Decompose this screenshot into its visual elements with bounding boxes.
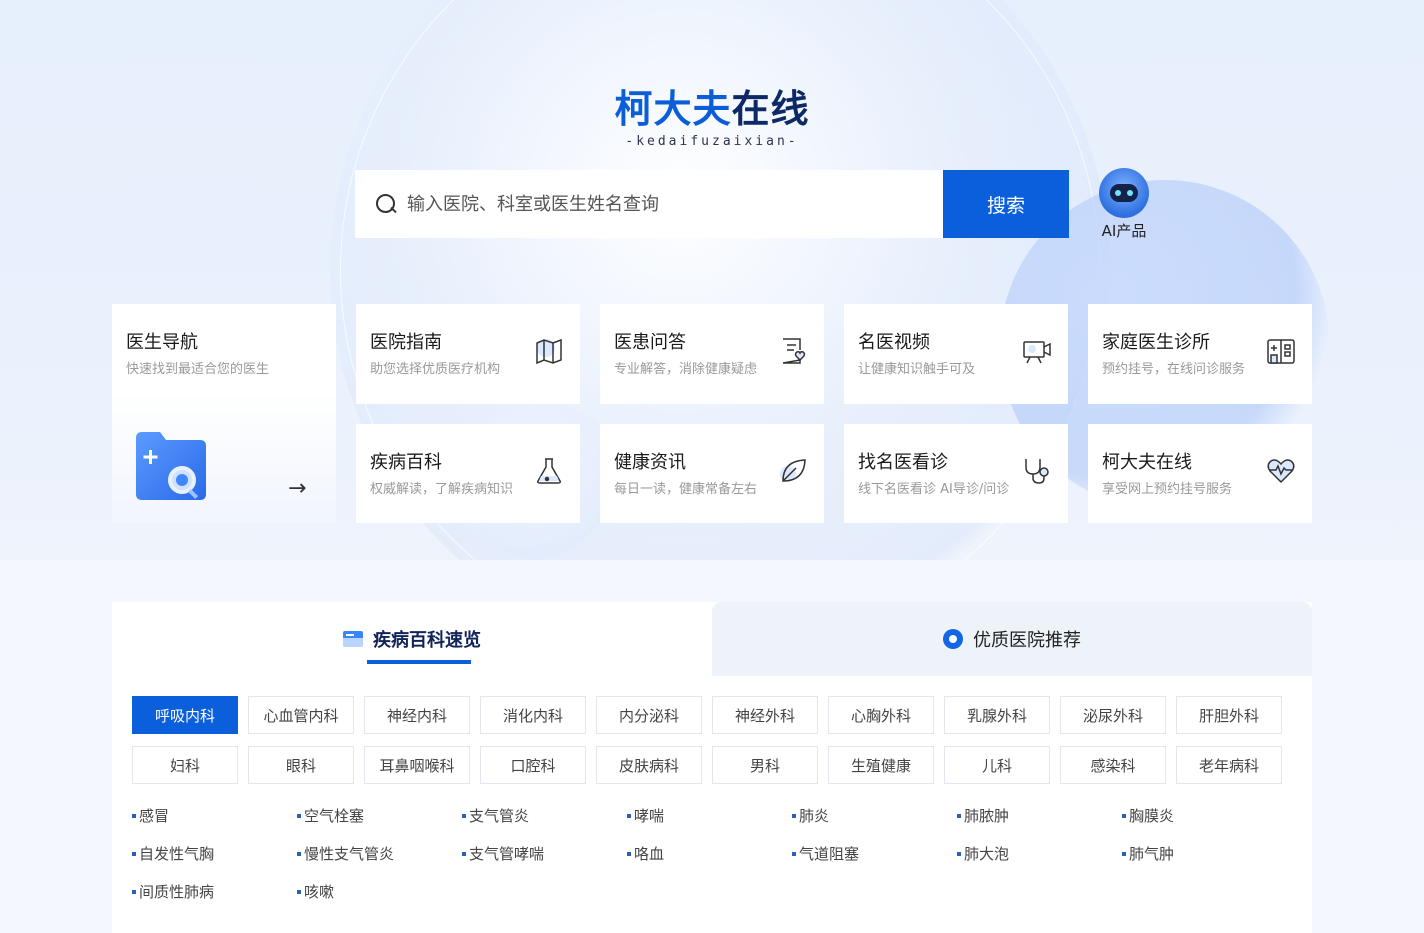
logo-subtitle: -kedaifuzaixian- bbox=[625, 134, 799, 149]
map-icon bbox=[536, 338, 562, 365]
department-tag[interactable]: 内分泌科 bbox=[596, 696, 702, 734]
robot-avatar-icon bbox=[1099, 168, 1149, 218]
nav-card-qa[interactable]: 医患问答 专业解答，消除健康疑虑 bbox=[600, 304, 824, 404]
department-tag[interactable]: 生殖健康 bbox=[828, 746, 934, 784]
stethoscope-icon bbox=[1025, 459, 1049, 484]
disease-link[interactable]: 肺大泡 bbox=[957, 843, 1009, 864]
department-tag[interactable]: 皮肤病科 bbox=[596, 746, 702, 784]
disease-link[interactable]: 气道阻塞 bbox=[792, 843, 859, 864]
disease-link[interactable]: 肺炎 bbox=[792, 805, 829, 826]
disease-link[interactable]: 间质性肺病 bbox=[132, 881, 214, 902]
logo-title: 柯大夫在线 bbox=[0, 86, 1424, 132]
department-tag[interactable]: 耳鼻咽喉科 bbox=[364, 746, 470, 784]
ai-product-label: AI产品 bbox=[1101, 222, 1147, 240]
nav-card-health-news[interactable]: 健康资讯 每日一读，健康常备左右 bbox=[600, 424, 824, 523]
disease-link[interactable]: 慢性支气管炎 bbox=[297, 843, 394, 864]
department-tag[interactable]: 妇科 bbox=[132, 746, 238, 784]
folder-search-icon bbox=[136, 432, 206, 500]
disease-link[interactable]: 支气管哮喘 bbox=[462, 843, 544, 864]
department-tag[interactable]: 呼吸内科 bbox=[132, 696, 238, 734]
logo-title-part2: 在线 bbox=[731, 87, 810, 131]
disease-link[interactable]: 空气栓塞 bbox=[297, 805, 364, 826]
leaf-icon bbox=[780, 459, 806, 482]
search-box bbox=[355, 170, 943, 238]
card-icon bbox=[343, 631, 363, 647]
video-camera-icon bbox=[1023, 341, 1051, 364]
department-tag[interactable]: 消化内科 bbox=[480, 696, 586, 734]
clinic-building-icon bbox=[1267, 339, 1295, 364]
disease-link[interactable]: 支气管炎 bbox=[462, 805, 529, 826]
department-tag[interactable]: 泌尿外科 bbox=[1060, 696, 1166, 734]
department-tag[interactable]: 神经内科 bbox=[364, 696, 470, 734]
tab-disease-wiki[interactable]: 疾病百科速览 bbox=[112, 602, 712, 676]
tab-label: 疾病百科速览 bbox=[373, 630, 481, 651]
search-button[interactable]: 搜索 bbox=[943, 170, 1069, 238]
department-tag[interactable]: 神经外科 bbox=[712, 696, 818, 734]
disease-link[interactable]: 咳嗽 bbox=[297, 881, 334, 902]
arrow-right-icon: → bbox=[288, 476, 307, 501]
nav-card-kedaifu-online[interactable]: 柯大夫在线 享受网上预约挂号服务 bbox=[1088, 424, 1312, 523]
disease-link[interactable]: 肺脓肿 bbox=[957, 805, 1009, 826]
qa-document-icon bbox=[782, 338, 806, 364]
department-tag[interactable]: 儿科 bbox=[944, 746, 1050, 784]
tab-label: 优质医院推荐 bbox=[973, 630, 1081, 651]
logo-title-part1: 柯大夫 bbox=[614, 87, 732, 131]
department-tag[interactable]: 乳腺外科 bbox=[944, 696, 1050, 734]
site-logo[interactable]: 柯大夫在线 -kedaifuzaixian- bbox=[0, 86, 1424, 149]
doctor-nav-desc: 快速找到最适合您的医生 bbox=[126, 362, 270, 377]
disease-link[interactable]: 自发性气胸 bbox=[132, 843, 214, 864]
doctor-nav-title: 医生导航 bbox=[126, 332, 198, 353]
department-tag[interactable]: 眼科 bbox=[248, 746, 354, 784]
nav-card-family-clinic[interactable]: 家庭医生诊所 预约挂号，在线问诊服务 bbox=[1088, 304, 1312, 404]
department-tag[interactable]: 男科 bbox=[712, 746, 818, 784]
department-tag[interactable]: 心血管内科 bbox=[248, 696, 354, 734]
nav-card-find-doctor[interactable]: 找名医看诊 线下名医看诊 AI导诊/问诊 bbox=[844, 424, 1068, 523]
nav-card-videos[interactable]: 名医视频 让健康知识触手可及 bbox=[844, 304, 1068, 404]
nav-card-hospital-guide[interactable]: 医院指南 助您选择优质医疗机构 bbox=[356, 304, 580, 404]
search-input[interactable] bbox=[407, 193, 927, 215]
flask-icon bbox=[537, 458, 561, 484]
nav-card-disease-wiki[interactable]: 疾病百科 权威解读，了解疾病知识 bbox=[356, 424, 580, 523]
disease-link[interactable]: 胸膜炎 bbox=[1122, 805, 1174, 826]
department-tag[interactable]: 肝胆外科 bbox=[1176, 696, 1282, 734]
disease-link[interactable]: 感冒 bbox=[132, 805, 169, 826]
disease-link[interactable]: 咯血 bbox=[627, 843, 664, 864]
location-pin-icon bbox=[943, 629, 963, 649]
disease-link[interactable]: 肺气肿 bbox=[1122, 843, 1174, 864]
tab-hospital-recommend[interactable]: 优质医院推荐 bbox=[712, 602, 1312, 676]
ai-product-link[interactable]: AI产品 bbox=[1094, 168, 1154, 241]
doctor-nav-card[interactable]: 医生导航 快速找到最适合您的医生 → bbox=[112, 304, 336, 523]
department-tag[interactable]: 心胸外科 bbox=[828, 696, 934, 734]
department-tag[interactable]: 口腔科 bbox=[480, 746, 586, 784]
department-tag[interactable]: 老年病科 bbox=[1176, 746, 1282, 784]
heartbeat-icon bbox=[1267, 459, 1295, 484]
search-icon bbox=[375, 193, 397, 215]
tab-underline bbox=[367, 660, 471, 664]
disease-section: 疾病百科速览 优质医院推荐 呼吸内科 心血管内科 神经内科 消化内科 内分泌科 … bbox=[112, 602, 1312, 933]
department-tag[interactable]: 感染科 bbox=[1060, 746, 1166, 784]
disease-link[interactable]: 哮喘 bbox=[627, 805, 664, 826]
